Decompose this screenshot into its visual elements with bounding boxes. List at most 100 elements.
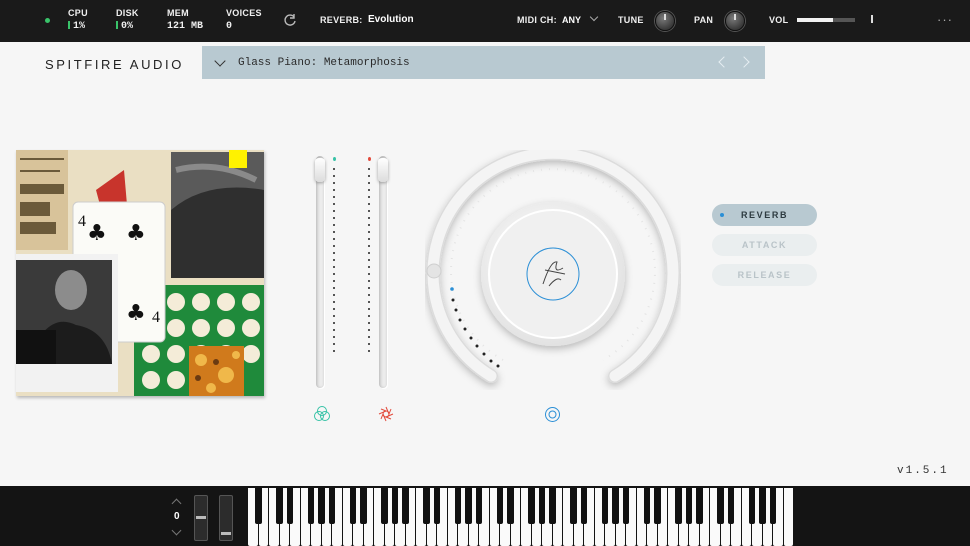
volume-label: VOL xyxy=(769,15,789,25)
slider-1-track[interactable] xyxy=(316,156,324,388)
black-key[interactable] xyxy=(381,488,388,524)
reverb-button[interactable]: REVERB xyxy=(712,204,817,226)
scale-dot xyxy=(368,252,370,254)
cpu-value: 1% xyxy=(68,21,85,32)
scale-dot xyxy=(368,301,370,303)
pan-knob[interactable] xyxy=(725,11,745,31)
reverb-button-label: REVERB xyxy=(740,210,789,220)
black-key[interactable] xyxy=(538,488,546,524)
black-key[interactable] xyxy=(307,488,315,524)
mod-wheel[interactable] xyxy=(219,495,233,541)
scale-dot xyxy=(368,266,370,268)
black-key[interactable] xyxy=(318,488,325,524)
scale-dot xyxy=(333,336,335,338)
scale-dot xyxy=(333,322,335,324)
status-dot xyxy=(45,18,50,23)
black-key[interactable] xyxy=(255,488,262,524)
voices-value: 0 xyxy=(226,21,233,32)
slider-2-scale xyxy=(368,168,371,357)
release-button[interactable]: RELEASE xyxy=(712,264,817,286)
black-key[interactable] xyxy=(465,488,472,524)
black-key[interactable] xyxy=(717,488,724,524)
pitch-wheel[interactable] xyxy=(194,495,208,541)
black-key[interactable] xyxy=(643,488,651,524)
next-preset-icon[interactable] xyxy=(738,56,750,68)
black-key[interactable] xyxy=(454,488,462,524)
black-key[interactable] xyxy=(286,488,294,524)
black-key[interactable] xyxy=(580,488,588,524)
black-key[interactable] xyxy=(496,488,504,524)
brand-logo: SPITFIRE AUDIO xyxy=(45,57,184,72)
expression-icon[interactable] xyxy=(377,405,395,428)
octave-up-icon[interactable] xyxy=(171,498,182,509)
svg-text:4: 4 xyxy=(78,213,86,230)
target-icon[interactable] xyxy=(544,406,561,428)
voices-label: VOICES xyxy=(226,8,262,18)
scale-dot xyxy=(333,266,335,268)
black-key[interactable] xyxy=(612,488,619,524)
black-key[interactable] xyxy=(507,488,514,524)
black-key[interactable] xyxy=(328,488,336,524)
volume-slider[interactable] xyxy=(797,18,855,22)
black-key[interactable] xyxy=(391,488,399,524)
release-button-label: RELEASE xyxy=(737,270,792,280)
slider-1-handle[interactable] xyxy=(315,158,325,182)
black-key[interactable] xyxy=(402,488,409,524)
midi-channel-select[interactable]: ANY xyxy=(562,12,599,25)
slider-2-track[interactable] xyxy=(379,156,387,388)
scale-dot xyxy=(368,343,370,345)
preset-browser[interactable]: Glass Piano: Metamorphosis xyxy=(202,46,765,79)
reverb-type-value[interactable]: Evolution xyxy=(368,14,414,25)
attack-button-label: ATTACK xyxy=(741,240,788,250)
black-key[interactable] xyxy=(685,488,693,524)
octave-down-icon[interactable] xyxy=(171,525,182,536)
black-key[interactable] xyxy=(423,488,430,524)
top-bar: CPU 1% DISK 0% MEM 121 MB VOICES 0 REVER… xyxy=(0,0,970,42)
tune-knob[interactable] xyxy=(655,11,675,31)
white-key[interactable] xyxy=(783,488,793,546)
scale-dot xyxy=(333,308,335,310)
dynamics-icon[interactable] xyxy=(313,405,331,428)
svg-text:♣: ♣ xyxy=(126,301,146,326)
previous-preset-icon[interactable] xyxy=(718,56,730,68)
more-options-icon[interactable]: ··· xyxy=(937,12,953,27)
black-key[interactable] xyxy=(727,488,735,524)
scale-dot xyxy=(368,336,370,338)
black-key[interactable] xyxy=(622,488,630,524)
black-key[interactable] xyxy=(276,488,283,524)
black-key[interactable] xyxy=(748,488,756,524)
black-key[interactable] xyxy=(654,488,661,524)
scale-dot xyxy=(333,294,335,296)
instrument-artwork: 4 ♣ ♣ ♣ 4 xyxy=(16,150,264,396)
reverb-amount-knob[interactable] xyxy=(425,146,681,390)
mem-value: 121 MB xyxy=(167,21,204,32)
scale-dot xyxy=(333,350,335,352)
black-key[interactable] xyxy=(528,488,535,524)
black-key[interactable] xyxy=(675,488,682,524)
black-key[interactable] xyxy=(601,488,609,524)
refresh-icon[interactable] xyxy=(283,13,297,27)
scale-dot xyxy=(333,259,335,261)
black-key[interactable] xyxy=(360,488,367,524)
chevron-down-icon[interactable] xyxy=(214,55,226,67)
scale-dot xyxy=(368,273,370,275)
black-key[interactable] xyxy=(570,488,577,524)
piano-keyboard[interactable] xyxy=(248,488,794,546)
black-key[interactable] xyxy=(696,488,703,524)
scale-dot xyxy=(333,182,335,184)
reverb-label: REVERB: xyxy=(320,15,363,25)
preset-name: Glass Piano: Metamorphosis xyxy=(238,57,410,69)
black-key[interactable] xyxy=(769,488,777,524)
black-key[interactable] xyxy=(475,488,483,524)
black-key[interactable] xyxy=(349,488,357,524)
scale-dot xyxy=(368,203,370,205)
attack-button[interactable]: ATTACK xyxy=(712,234,817,256)
scale-dot xyxy=(333,217,335,219)
svg-text:4: 4 xyxy=(152,309,160,326)
midi-channel-value: ANY xyxy=(562,15,581,25)
black-key[interactable] xyxy=(433,488,441,524)
slider-2-handle[interactable] xyxy=(378,158,388,182)
cpu-label: CPU xyxy=(68,8,88,18)
black-key[interactable] xyxy=(759,488,766,524)
black-key[interactable] xyxy=(549,488,556,524)
